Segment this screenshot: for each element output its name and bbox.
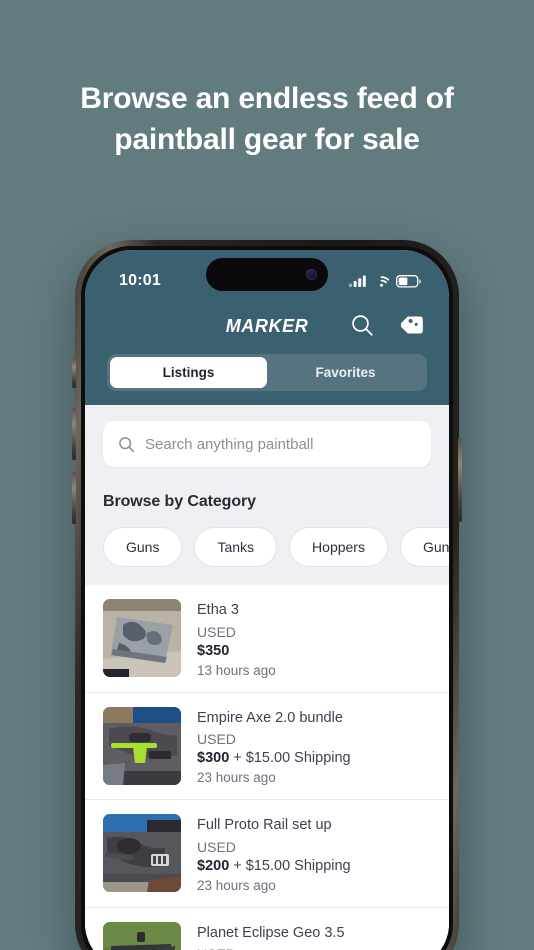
listing-list: Etha 3 USED $350 13 hours ago Empire Axe… xyxy=(85,585,449,950)
price-tag-icon[interactable] xyxy=(401,312,427,338)
phone-mockup: 10:01 MARKER Listings Favorites Search a… xyxy=(72,240,462,950)
listing-title: Planet Eclipse Geo 3.5 xyxy=(197,924,345,941)
listing-thumbnail xyxy=(103,921,181,950)
paintball-marker-case-photo xyxy=(103,706,181,785)
listing-thumbnail xyxy=(103,706,181,785)
listing-info: Etha 3 USED $350 13 hours ago xyxy=(197,599,276,678)
listing-title: Empire Axe 2.0 bundle xyxy=(197,709,343,726)
phone-screen: 10:01 MARKER Listings Favorites Search a… xyxy=(85,250,449,950)
search-input[interactable]: Search anything paintball xyxy=(145,436,313,453)
listing-condition: USED xyxy=(197,731,236,748)
category-chip-gun-parts[interactable]: Gun Parts xyxy=(399,527,449,567)
listing-shipping: + $15.00 Shipping xyxy=(233,750,351,767)
search-icon xyxy=(119,436,135,452)
front-camera-icon xyxy=(306,269,317,280)
tab-favorites[interactable]: Favorites xyxy=(267,357,424,388)
tab-bar: Listings Favorites xyxy=(85,354,449,405)
cellular-signal-icon xyxy=(349,275,366,287)
listing-title: Etha 3 xyxy=(197,602,239,618)
status-time: 10:01 xyxy=(119,272,161,289)
listing-title: Full Proto Rail set up xyxy=(197,817,332,834)
search-icon[interactable] xyxy=(350,313,375,338)
camo-gear-case-photo xyxy=(103,599,181,677)
listing-thumbnail xyxy=(103,814,181,893)
listing-condition: USED xyxy=(197,946,345,950)
listing-condition: USED xyxy=(197,623,236,640)
listing-item[interactable]: Etha 3 USED $350 13 hours ago xyxy=(85,585,449,693)
status-bar: 10:01 xyxy=(85,250,449,302)
power-button[interactable] xyxy=(458,438,462,522)
listing-info: Empire Axe 2.0 bundle USED $300 + $15.00… xyxy=(197,707,351,786)
page-headline: Browse an endless feed of paintball gear… xyxy=(80,82,454,157)
listing-price-value: $300 xyxy=(197,750,230,767)
proto-rail-marker-photo xyxy=(103,814,181,893)
category-chip-hoppers[interactable]: Hoppers xyxy=(289,527,388,567)
app-header: MARKER xyxy=(85,302,449,354)
app-logo: MARKER xyxy=(225,316,309,336)
search-bar[interactable]: Search anything paintball xyxy=(103,421,431,467)
volume-up-button[interactable] xyxy=(72,408,76,460)
volume-down-button[interactable] xyxy=(72,472,76,524)
category-chip-guns[interactable]: Guns xyxy=(103,527,183,567)
listing-info: Planet Eclipse Geo 3.5 USED $725 xyxy=(197,922,345,950)
tab-group: Listings Favorites xyxy=(107,354,427,391)
content-area: Search anything paintball Browse by Cate… xyxy=(85,405,449,950)
phone-bezel: 10:01 MARKER Listings Favorites Search a… xyxy=(81,246,453,950)
listing-timestamp: 23 hours ago xyxy=(197,877,276,893)
listing-item[interactable]: Planet Eclipse Geo 3.5 USED $725 xyxy=(85,908,449,950)
listing-condition: USED xyxy=(197,838,236,855)
silent-switch[interactable] xyxy=(72,358,76,388)
listing-item[interactable]: Full Proto Rail set up USED $200 + $15.0… xyxy=(85,800,449,908)
listing-price: $300 + $15.00 Shipping xyxy=(197,750,351,766)
listing-price: $200 + $15.00 Shipping xyxy=(197,858,351,874)
listing-timestamp: 23 hours ago xyxy=(197,770,276,786)
category-chip-tanks[interactable]: Tanks xyxy=(194,527,278,567)
listing-item[interactable]: Empire Axe 2.0 bundle USED $300 + $15.00… xyxy=(85,693,449,801)
status-icons xyxy=(349,274,421,288)
browse-by-category-title: Browse by Category xyxy=(103,493,256,510)
wifi-icon xyxy=(379,276,390,287)
app-header-actions xyxy=(350,312,427,338)
listing-timestamp: 13 hours ago xyxy=(197,662,276,678)
battery-icon xyxy=(396,274,421,288)
category-chip-list[interactable]: Guns Tanks Hoppers Gun Parts xyxy=(85,511,449,585)
search-section: Search anything paintball xyxy=(85,405,449,467)
listing-thumbnail xyxy=(103,599,181,677)
dynamic-island xyxy=(206,258,328,291)
listing-price-value: $200 xyxy=(197,857,230,874)
listing-info: Full Proto Rail set up USED $200 + $15.0… xyxy=(197,814,351,893)
listing-shipping: + $15.00 Shipping xyxy=(233,857,351,874)
tab-listings[interactable]: Listings xyxy=(110,357,267,388)
geo-marker-grass-photo xyxy=(103,921,181,950)
listing-price: $350 xyxy=(197,643,276,659)
listing-price-value: $350 xyxy=(197,642,230,659)
